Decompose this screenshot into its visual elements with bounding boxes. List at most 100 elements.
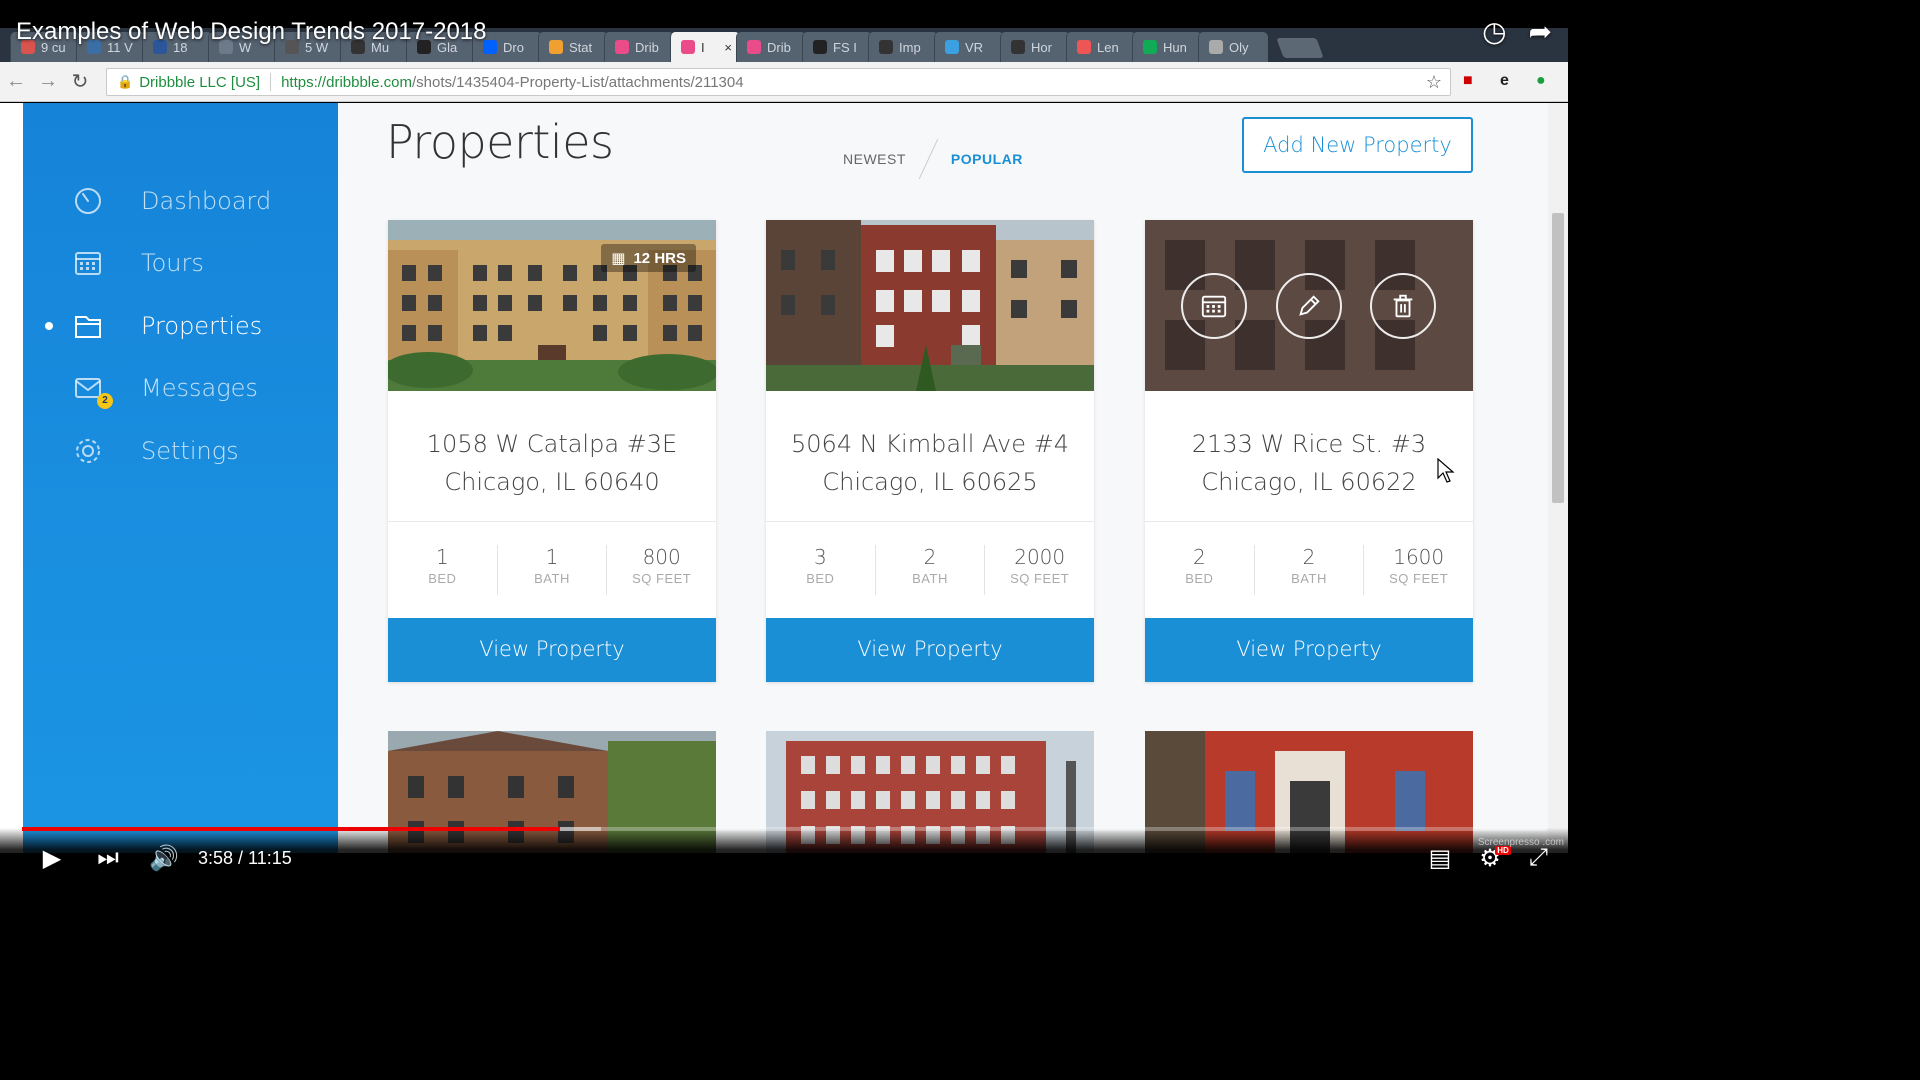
stat-label: BED [428,571,457,586]
stat-value: 1600 [1393,545,1445,569]
sidebar-item-dashboard[interactable]: Dashboard [73,181,271,221]
tab-favicon-icon [1143,40,1157,54]
stat-sqft: 2000 SQ FEET [985,545,1094,595]
volume-icon[interactable]: 🔊 [136,844,192,873]
video-title[interactable]: Examples of Web Design Trends 2017-2018 [16,18,487,46]
sidebar-item-properties[interactable]: Properties [45,306,263,346]
omnibox-separator [270,73,272,91]
view-property-button[interactable]: View Property [388,618,716,682]
url-host: https://dribbble.com [281,73,412,91]
watch-later-icon[interactable]: ◷ [1482,16,1506,48]
pdf-extension-icon[interactable]: ■ [1463,72,1473,90]
close-tab-icon[interactable]: × [724,40,732,55]
tab-label: Hun [1163,39,1187,55]
tab-label: Len [1097,39,1119,55]
schedule-tour-button[interactable] [1181,273,1247,339]
web-page: Dashboard Tours Properties 2 Messages Se… [0,103,1568,853]
sidebar-item-label: Properties [141,312,263,340]
tab-label: Drib [767,39,791,55]
page-title: Properties [386,115,614,169]
gear-icon [73,436,103,466]
add-new-property-button[interactable]: Add New Property [1242,117,1473,173]
trash-icon [1393,294,1413,318]
stat-label: SQ FEET [1010,571,1070,586]
sidebar-item-messages[interactable]: 2 Messages [73,368,258,409]
browser-tab[interactable]: Stat [538,32,608,62]
edit-property-button[interactable] [1276,273,1342,339]
screenpresso-watermark: Screenpresso .com [1477,837,1564,848]
video-played-bar [22,827,560,831]
address-line-1: 2133 W Rice St. #3 [1191,430,1427,458]
stat-label: SQ FEET [1389,571,1449,586]
folder-icon [73,311,103,341]
url-path: /shots/1435404-Property-List/attachments… [411,73,744,91]
property-address: 5064 N Kimball Ave #4 Chicago, IL 60625 [766,391,1094,522]
play-icon[interactable]: ▶ [24,844,80,873]
bookmark-star-icon[interactable]: ☆ [1426,72,1442,93]
browser-tab[interactable]: Hor [1000,32,1070,62]
next-video-icon[interactable]: ⏭ [80,844,136,872]
browser-tab[interactable]: Hun [1132,32,1202,62]
player-controls: ▶ ⏭ 🔊 3:58 / 11:15 ▤ ⚙ HD ⤢ [0,838,1568,878]
tab-favicon-icon [615,40,629,54]
sidebar-item-settings[interactable]: Settings [73,431,239,471]
tab-label: I [701,39,705,55]
tab-label: Hor [1031,39,1052,55]
property-address: 1058 W Catalpa #3E Chicago, IL 60640 [388,391,716,522]
calendar-icon [73,248,103,278]
stat-bath: 2 BATH [876,545,986,595]
calendar-icon: ▦ [611,250,626,267]
property-photo[interactable]: ▦ 12 HRS [388,220,716,391]
address-line-2: Chicago, IL 60640 [444,468,660,496]
back-icon[interactable]: ← [0,70,32,93]
browser-tab[interactable]: Len [1066,32,1136,62]
browser-tab[interactable]: I × [670,32,740,62]
property-photo[interactable] [766,220,1094,391]
new-tab-button[interactable] [1276,38,1324,58]
sidebar-item-tours[interactable]: Tours [73,243,204,283]
browser-tab[interactable]: Oly [1198,32,1268,62]
mouse-cursor-icon [1437,458,1455,483]
stat-label: BED [1185,571,1214,586]
forward-icon[interactable]: → [32,70,64,93]
sort-popular-link[interactable]: POPULAR [951,151,1023,167]
reload-icon[interactable]: ↻ [64,69,96,94]
sidebar-item-label: Settings [141,437,239,465]
video-progress-bar[interactable] [22,827,1546,831]
tab-favicon-icon [1077,40,1091,54]
property-photo[interactable] [1145,220,1473,391]
mail-icon: 2 [73,373,113,409]
share-icon[interactable]: ➦ [1529,16,1552,48]
browser-tab[interactable]: VR [934,32,1004,62]
evernote-extension-icon[interactable]: e [1500,72,1509,90]
browser-tab[interactable]: Imp [868,32,938,62]
green-extension-icon[interactable]: ● [1536,72,1546,90]
address-line-1: 1058 W Catalpa #3E [426,430,678,458]
dashboard-icon [73,186,103,216]
stat-label: BATH [534,571,570,586]
sidebar-item-label: Messages [141,374,258,402]
property-card: 5064 N Kimball Ave #4 Chicago, IL 60625 … [766,220,1094,682]
time-remaining-text: 12 HRS [633,249,686,267]
sort-newest-link[interactable]: NEWEST [843,151,906,167]
tab-favicon-icon [681,40,695,54]
exit-fullscreen-icon[interactable]: ⤢ [1529,844,1548,872]
stat-value: 2 [1302,545,1316,569]
tab-label: Dro [503,39,524,55]
stat-value: 3 [813,545,827,569]
delete-property-button[interactable] [1370,273,1436,339]
address-line-2: Chicago, IL 60622 [1201,468,1417,496]
browser-tab[interactable]: FS I [802,32,872,62]
page-scrollbar[interactable] [1548,103,1568,853]
address-bar[interactable]: 🔒 Dribbble LLC [US] https://dribbble.com… [106,68,1451,96]
view-property-button[interactable]: View Property [766,618,1094,682]
stat-value: 1 [435,545,449,569]
view-property-button[interactable]: View Property [1145,618,1473,682]
stat-value: 1 [545,545,559,569]
captions-icon[interactable]: ▤ [1429,844,1452,873]
browser-tab[interactable]: Drib [736,32,806,62]
tab-favicon-icon [1011,40,1025,54]
scrollbar-thumb[interactable] [1552,213,1564,503]
stat-sqft: 800 SQ FEET [607,545,716,595]
browser-tab[interactable]: Drib [604,32,674,62]
